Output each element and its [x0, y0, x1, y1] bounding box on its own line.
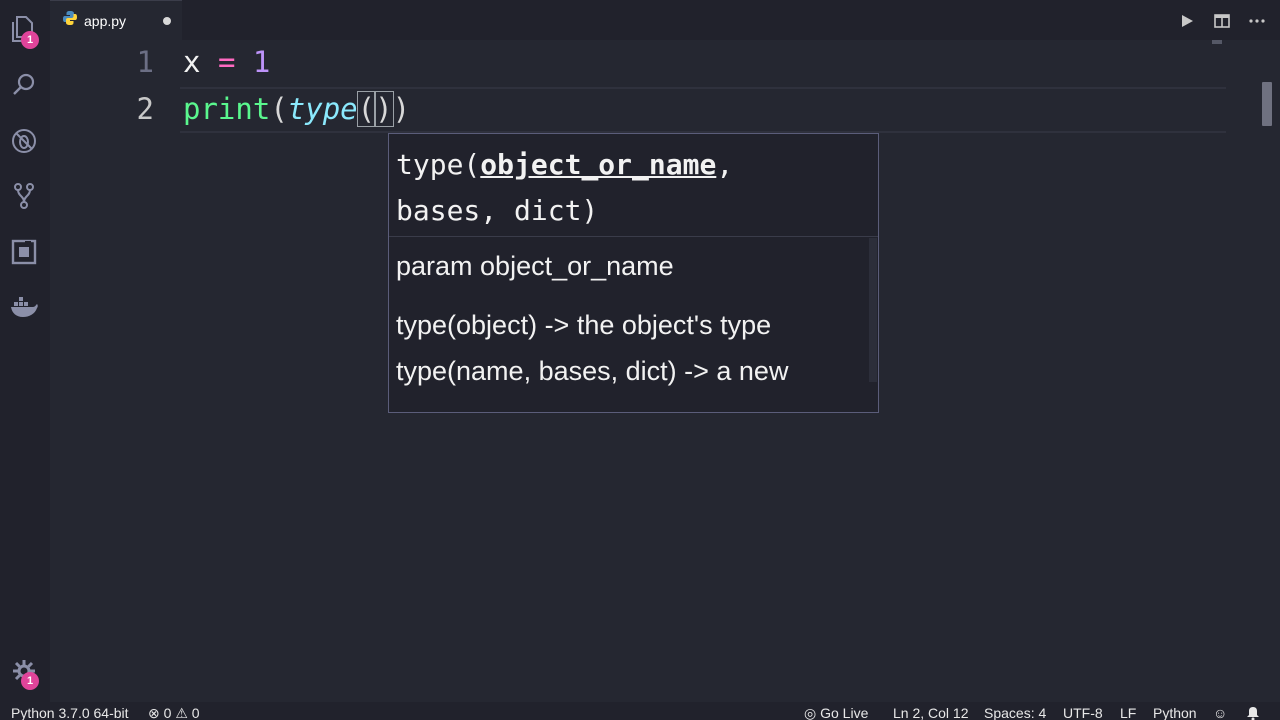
- popup-scrollbar[interactable]: [869, 238, 877, 382]
- extensions-icon[interactable]: [9, 237, 39, 267]
- settings-gear-icon[interactable]: 1: [9, 656, 39, 690]
- signature-help-popup[interactable]: type(object_or_name, bases, dict) param …: [388, 133, 879, 413]
- status-bar: Python 3.7.0 64-bit ⊗ 0 ⚠ 0 ◎ Go Live Ln…: [0, 702, 1280, 720]
- paren-token: ): [374, 91, 394, 127]
- signature-label: type(object_or_name, bases, dict): [389, 134, 878, 237]
- tab-bar: app.py: [50, 0, 1280, 40]
- signature-comma: ,: [716, 148, 734, 181]
- operator-token: =: [217, 45, 236, 79]
- python-interpreter[interactable]: Python 3.7.0 64-bit: [11, 702, 129, 720]
- explorer-icon[interactable]: 1: [9, 14, 39, 49]
- explorer-badge: 1: [21, 31, 39, 49]
- docker-icon[interactable]: [9, 292, 39, 322]
- broadcast-icon: ◎: [804, 705, 817, 720]
- paren-token: (: [356, 91, 377, 127]
- code-line-1[interactable]: x = 1: [183, 45, 270, 79]
- error-count: 0: [163, 705, 172, 720]
- editor-scrollbar[interactable]: [1262, 82, 1272, 126]
- unsaved-dot-icon[interactable]: [163, 17, 171, 25]
- file-encoding[interactable]: UTF-8: [1063, 702, 1103, 720]
- line-number: 2: [136, 92, 154, 126]
- signature-documentation: param object_or_name type(object) -> the…: [389, 237, 878, 394]
- end-of-line[interactable]: LF: [1120, 702, 1136, 720]
- cursor-position[interactable]: Ln 2, Col 12: [893, 702, 969, 720]
- error-icon: ⊗: [148, 705, 160, 720]
- go-live-label: Go Live: [820, 705, 869, 720]
- notifications-bell-icon[interactable]: [1246, 702, 1260, 720]
- indentation[interactable]: Spaces: 4: [984, 702, 1046, 720]
- minimap-indicator: [1212, 40, 1222, 44]
- split-editor-icon[interactable]: [1211, 10, 1233, 32]
- line-number: 1: [136, 45, 154, 79]
- search-icon[interactable]: [9, 70, 39, 100]
- tab-app-py[interactable]: app.py: [50, 0, 182, 40]
- problems-indicator[interactable]: ⊗ 0 ⚠ 0: [148, 702, 200, 720]
- type-token: type: [287, 92, 358, 126]
- warning-icon: ⚠: [175, 705, 188, 720]
- more-actions-icon[interactable]: [1246, 10, 1268, 32]
- signature-rest: bases, dict): [396, 194, 599, 227]
- doc-line: type(object) -> the object's type: [396, 310, 772, 340]
- doc-line: type(name, bases, dict) -> a new: [396, 356, 789, 386]
- debug-icon[interactable]: [9, 126, 39, 156]
- run-icon[interactable]: [1176, 10, 1198, 32]
- variable-token: x: [183, 45, 201, 79]
- paren-token: ): [392, 92, 411, 126]
- feedback-smiley-icon[interactable]: ☺: [1213, 702, 1227, 720]
- settings-badge: 1: [21, 672, 39, 690]
- paren-token: (: [270, 92, 288, 126]
- activity-bar: 1 1: [0, 0, 50, 702]
- go-live-button[interactable]: ◎ Go Live: [804, 702, 868, 720]
- language-mode[interactable]: Python: [1153, 702, 1197, 720]
- python-file-icon: [62, 10, 78, 31]
- warning-count: 0: [191, 705, 200, 720]
- active-parameter: object_or_name: [480, 148, 717, 181]
- number-token: 1: [252, 45, 271, 79]
- code-line-2[interactable]: print(type()): [183, 91, 411, 127]
- function-token: print: [183, 92, 271, 126]
- source-control-icon[interactable]: [9, 181, 39, 211]
- parameter-doc: param object_or_name: [396, 251, 674, 281]
- tab-label: app.py: [84, 12, 127, 29]
- signature-prefix: type(: [396, 148, 481, 181]
